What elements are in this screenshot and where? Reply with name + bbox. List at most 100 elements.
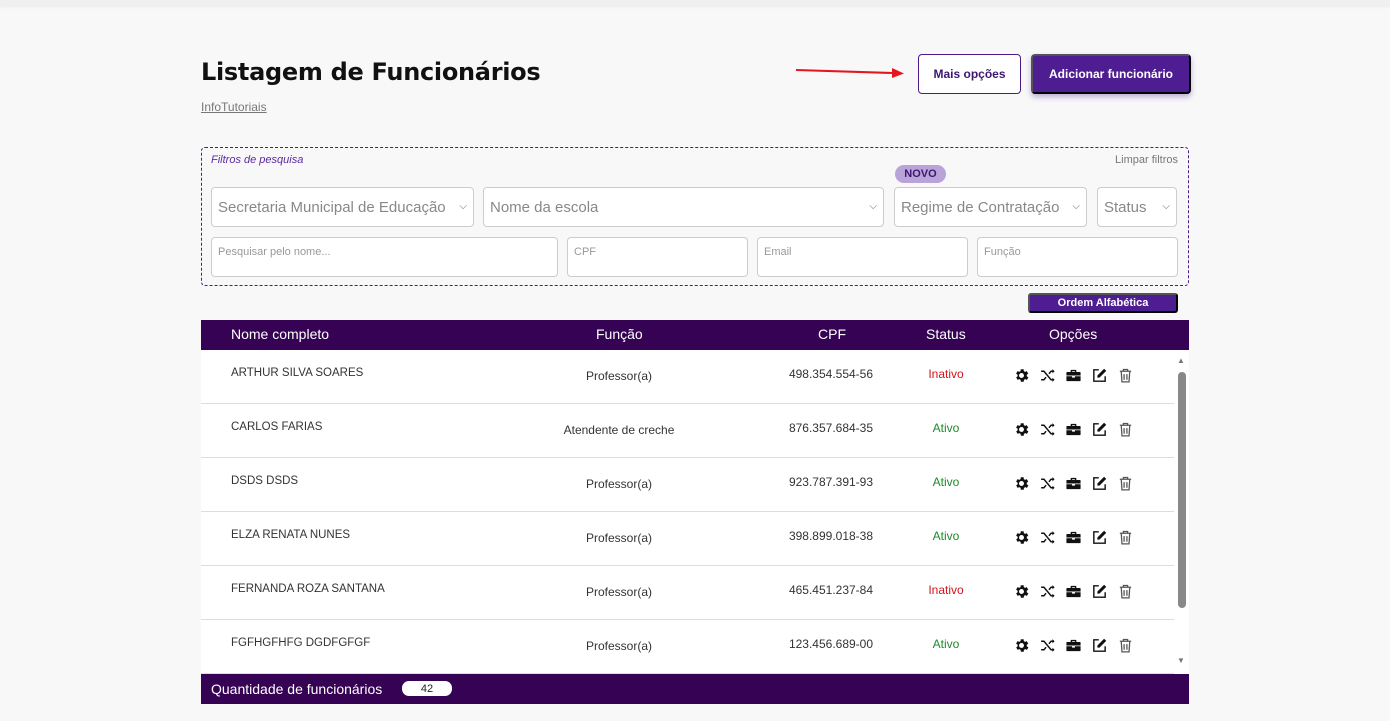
gear-icon[interactable]	[1013, 583, 1030, 600]
trash-icon[interactable]	[1117, 421, 1134, 438]
table-row[interactable]: CARLOS FARIAS Atendente de creche 876.357.…	[201, 404, 1174, 458]
employee-function: Professor(a)	[585, 531, 653, 545]
name-search-input[interactable]: Pesquisar pelo nome...	[211, 237, 558, 277]
subtitle-link[interactable]: InfoTutoriais	[201, 100, 267, 114]
employee-name: DSDS DSDS	[231, 475, 299, 487]
row-actions	[1013, 637, 1134, 654]
employee-count-label: Quantidade de funcionários	[211, 681, 383, 697]
column-cpf[interactable]: CPF	[818, 326, 846, 342]
trash-icon[interactable]	[1117, 475, 1134, 492]
column-function[interactable]: Função	[596, 326, 643, 342]
more-options-button[interactable]: Mais opções	[918, 54, 1021, 94]
table-row[interactable]: FGFHGFHFG DGDFGFGF Professor(a) 123.456.68…	[201, 620, 1174, 674]
scroll-down-icon[interactable]: ▼	[1177, 656, 1185, 665]
employee-cpf: 398.899.018-38	[788, 529, 874, 543]
department-select-value: Secretaria Municipal de Educação	[218, 198, 446, 216]
department-select[interactable]: Secretaria Municipal de Educação ⌵	[211, 187, 474, 227]
edit-icon[interactable]	[1091, 529, 1108, 546]
employee-function: Professor(a)	[585, 639, 653, 653]
row-actions	[1013, 367, 1134, 384]
alphabetical-order-button[interactable]: Ordem Alfabética	[1028, 293, 1178, 313]
contract-select[interactable]: Regime de Contratação ⌵	[894, 187, 1087, 227]
gear-icon[interactable]	[1013, 367, 1030, 384]
row-actions	[1013, 583, 1134, 600]
chevron-down-icon: ⌵	[869, 201, 877, 212]
employee-name: FERNANDA ROZA SANTANA	[231, 583, 385, 595]
scrollbar-thumb[interactable]	[1178, 372, 1186, 608]
employee-cpf: 923.787.391-93	[788, 475, 874, 489]
chevron-down-icon: ⌵	[1162, 201, 1170, 212]
email-input[interactable]: Email	[757, 237, 968, 277]
edit-icon[interactable]	[1091, 637, 1108, 654]
edit-icon[interactable]	[1091, 583, 1108, 600]
edit-icon[interactable]	[1091, 421, 1108, 438]
gear-icon[interactable]	[1013, 637, 1030, 654]
employee-status: Ativo	[932, 421, 960, 435]
gear-icon[interactable]	[1013, 529, 1030, 546]
shuffle-icon[interactable]	[1039, 475, 1056, 492]
employee-name: FGFHGFHFG DGDFGFGF	[231, 637, 371, 649]
shuffle-icon[interactable]	[1039, 367, 1056, 384]
employee-status: Inativo	[928, 583, 964, 597]
employee-status: Ativo	[932, 637, 960, 651]
scroll-up-icon[interactable]: ▲	[1177, 356, 1185, 365]
chevron-down-icon: ⌵	[1072, 201, 1080, 212]
add-employee-button[interactable]: Adicionar funcionário	[1031, 54, 1191, 94]
briefcase-icon[interactable]	[1065, 637, 1082, 654]
employee-cpf: 123.456.689-00	[788, 637, 874, 651]
trash-icon[interactable]	[1117, 637, 1134, 654]
employee-function: Atendente de creche	[563, 423, 675, 437]
shuffle-icon[interactable]	[1039, 637, 1056, 654]
table-header: Nome completo Função CPF Status Opções	[201, 320, 1189, 350]
shuffle-icon[interactable]	[1039, 583, 1056, 600]
filters-label: Filtros de pesquisa	[211, 154, 304, 166]
employee-function: Professor(a)	[585, 585, 653, 599]
column-options: Opções	[1049, 326, 1098, 342]
employee-cpf: 465.451.237-84	[788, 583, 874, 597]
trash-icon[interactable]	[1117, 367, 1134, 384]
gear-icon[interactable]	[1013, 421, 1030, 438]
school-select-value: Nome da escola	[490, 198, 599, 216]
employee-status: Inativo	[928, 367, 964, 381]
employee-name: CARLOS FARIAS	[231, 421, 323, 433]
trash-icon[interactable]	[1117, 583, 1134, 600]
status-select-value: Status	[1104, 198, 1147, 216]
shuffle-icon[interactable]	[1039, 529, 1056, 546]
column-status[interactable]: Status	[926, 326, 966, 342]
table-row[interactable]: ARTHUR SILVA SOARES Professor(a) 498.354.5…	[201, 350, 1174, 404]
top-bar	[0, 0, 1390, 6]
briefcase-icon[interactable]	[1065, 529, 1082, 546]
row-actions	[1013, 475, 1134, 492]
function-input[interactable]: Função	[977, 237, 1178, 277]
edit-icon[interactable]	[1091, 475, 1108, 492]
gear-icon[interactable]	[1013, 475, 1030, 492]
school-select[interactable]: Nome da escola ⌵	[483, 187, 884, 227]
row-actions	[1013, 529, 1134, 546]
edit-icon[interactable]	[1091, 367, 1108, 384]
chevron-down-icon: ⌵	[459, 201, 467, 212]
column-name[interactable]: Nome completo	[231, 326, 329, 342]
employee-cpf: 876.357.684-35	[788, 421, 874, 435]
new-badge: NOVO	[895, 165, 946, 183]
table-row[interactable]: ELZA RENATA NUNES Professor(a) 398.899.018…	[201, 512, 1174, 566]
employee-function: Professor(a)	[585, 477, 653, 491]
briefcase-icon[interactable]	[1065, 475, 1082, 492]
employee-table-body: ARTHUR SILVA SOARES Professor(a) 498.354.5…	[201, 350, 1189, 674]
shuffle-icon[interactable]	[1039, 421, 1056, 438]
briefcase-icon[interactable]	[1065, 367, 1082, 384]
clear-filters-link[interactable]: Limpar filtros	[1115, 154, 1178, 166]
briefcase-icon[interactable]	[1065, 583, 1082, 600]
table-row[interactable]: FERNANDA ROZA SANTANA Professor(a) 465.451…	[201, 566, 1174, 620]
status-select[interactable]: Status ⌵	[1097, 187, 1177, 227]
briefcase-icon[interactable]	[1065, 421, 1082, 438]
table-row[interactable]: DSDS DSDS Professor(a) 923.787.391-93 Ativo	[201, 458, 1174, 512]
table-footer: Quantidade de funcionários 42	[201, 674, 1189, 704]
employee-status: Ativo	[932, 475, 960, 489]
employee-name: ARTHUR SILVA SOARES	[231, 367, 364, 379]
contract-select-value: Regime de Contratação	[901, 198, 1060, 216]
cpf-input[interactable]: CPF	[567, 237, 748, 277]
scrollbar[interactable]: ▲ ▼	[1174, 350, 1189, 674]
employee-name: ELZA RENATA NUNES	[231, 529, 351, 541]
trash-icon[interactable]	[1117, 529, 1134, 546]
employee-cpf: 498.354.554-56	[788, 367, 874, 381]
